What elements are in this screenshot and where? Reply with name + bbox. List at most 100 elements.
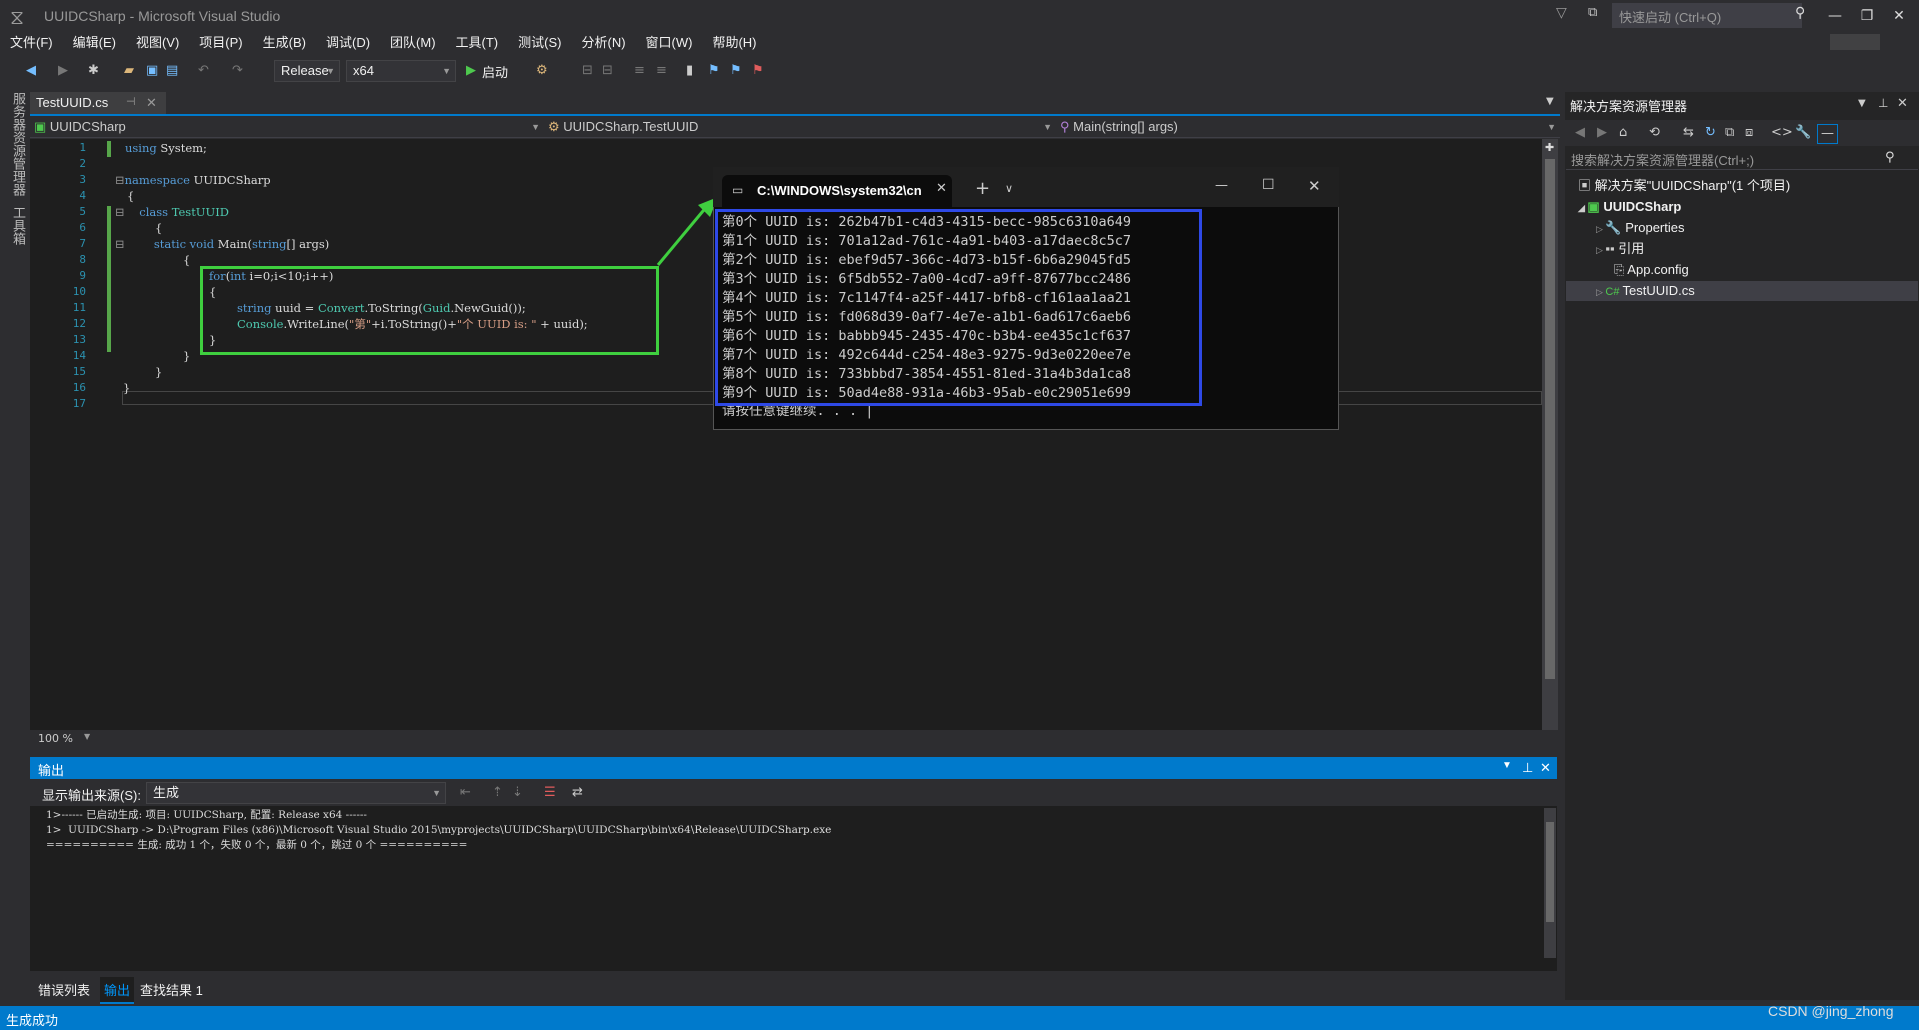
find-message-icon[interactable]: ⇤	[460, 784, 471, 802]
save-icon[interactable]: ▣	[146, 62, 158, 80]
save-all-icon[interactable]: ▤	[166, 62, 178, 80]
prev-message-icon[interactable]: ⇡	[492, 784, 503, 802]
close-panel-icon[interactable]: ✕	[1540, 760, 1551, 776]
configuration-select[interactable]: Release ▼	[274, 60, 340, 82]
chevron-down-icon[interactable]: ▼	[84, 732, 90, 741]
platform-select[interactable]: x64 ▼	[346, 60, 456, 82]
menu-window[interactable]: 窗口(W)	[636, 34, 703, 52]
start-button[interactable]: 启动	[482, 62, 508, 81]
output-source-value: 生成	[153, 785, 180, 800]
solution-root[interactable]: ▣ 解决方案"UUIDCSharp"(1 个项目)	[1578, 176, 1790, 196]
outdent-icon[interactable]: ≡	[656, 62, 667, 80]
undo-icon[interactable]: ↶	[198, 62, 209, 80]
tab-testuuid[interactable]: TestUUID.cs ⊣ ✕	[30, 92, 166, 114]
search-icon[interactable]: ⚲	[1885, 150, 1895, 165]
close-tab-icon[interactable]: ✕	[146, 95, 157, 111]
next-message-icon[interactable]: ⇣	[512, 784, 523, 802]
back-icon[interactable]: ◀	[26, 62, 36, 80]
console-close-button[interactable]: ✕	[1308, 177, 1321, 195]
forward-icon[interactable]: ▶	[1597, 124, 1607, 142]
menu-team[interactable]: 团队(M)	[380, 34, 446, 52]
pin-icon[interactable]: ⊣	[126, 95, 136, 108]
minimize-button[interactable]: —	[1820, 4, 1850, 28]
zoom-level[interactable]: 100 %	[38, 732, 73, 745]
project-nav-select[interactable]: ▣ UUIDCSharp ▼	[34, 118, 544, 136]
start-icon[interactable]: ▶	[466, 62, 476, 80]
quick-launch-input[interactable]: 快速启动 (Ctrl+Q)	[1612, 3, 1802, 28]
feedback-icon[interactable]: ⧉	[1588, 5, 1597, 20]
console-minimize-button[interactable]: —	[1215, 178, 1228, 193]
tab-find-results[interactable]: 查找结果 1	[140, 980, 203, 999]
chevron-down-icon[interactable]: ▼	[1858, 98, 1866, 109]
forward-icon[interactable]: ▶	[58, 62, 68, 80]
project-node[interactable]: ◢ ▣ UUIDCSharp	[1578, 197, 1681, 218]
step-over-icon[interactable]: ⊟	[602, 62, 613, 80]
tree-item-properties[interactable]: ▷ 🔧 Properties	[1596, 218, 1684, 239]
class-nav-select[interactable]: ⚙ UUIDCSharp.TestUUID ▼	[548, 118, 1056, 136]
properties-icon[interactable]: 🔧	[1795, 124, 1811, 142]
menu-build[interactable]: 生成(B)	[253, 34, 316, 52]
attach-icon[interactable]: ⚙	[536, 62, 548, 80]
refresh-icon[interactable]: ↻	[1705, 124, 1716, 142]
chevron-down-icon[interactable]: ▼	[1502, 760, 1512, 771]
chevron-down-icon[interactable]: ∨	[1005, 182, 1013, 195]
indent-icon[interactable]: ≡	[634, 62, 645, 80]
output-source-select[interactable]: 生成 ▼	[146, 782, 446, 804]
clear-all-icon[interactable]: ☰	[544, 784, 556, 802]
tree-item-testuuid[interactable]: ▷ C# TestUUID.cs	[1596, 281, 1695, 302]
home-icon[interactable]: ⌂	[1619, 124, 1627, 142]
menu-tools[interactable]: 工具(T)	[446, 34, 509, 52]
member-nav-select[interactable]: ⚲ Main(string[] args) ▼	[1060, 118, 1560, 136]
bookmark-icon[interactable]: ▮	[686, 62, 693, 80]
console-maximize-button[interactable]: ☐	[1262, 177, 1275, 193]
server-explorer-tab[interactable]: 服务器资源管理器	[8, 92, 27, 196]
menu-view[interactable]: 视图(V)	[126, 34, 189, 52]
close-tab-icon[interactable]: ✕	[936, 181, 947, 196]
new-project-icon[interactable]: ✱	[88, 62, 99, 80]
zoom-bar: 100 % ▼	[30, 730, 1560, 748]
tree-item-label: App.config	[1627, 262, 1689, 277]
bookmark-next-icon[interactable]: ⚑	[730, 62, 742, 80]
redo-icon[interactable]: ↷	[232, 62, 243, 80]
menu-debug[interactable]: 调试(D)	[316, 34, 380, 52]
code-view-icon[interactable]: <>	[1771, 124, 1793, 142]
back-icon[interactable]: ◀	[1575, 124, 1585, 142]
bookmark-prev-icon[interactable]: ⚑	[708, 62, 720, 80]
pin-icon[interactable]: ⊥	[1522, 760, 1533, 776]
filter-icon[interactable]: ▽	[1556, 5, 1567, 21]
highlight-box-output	[715, 209, 1202, 406]
sync-icon[interactable]: ⇆	[1683, 124, 1694, 142]
history-icon[interactable]: ⟲	[1649, 124, 1660, 142]
output-scrollbar[interactable]	[1544, 808, 1556, 958]
menu-test[interactable]: 测试(S)	[508, 34, 571, 52]
tree-item-references[interactable]: ▷ ▪▪ 引用	[1596, 239, 1644, 260]
menu-file[interactable]: 文件(F)	[0, 34, 63, 52]
code-line-8: {	[183, 253, 191, 267]
menu-help[interactable]: 帮助(H)	[702, 34, 766, 52]
solution-search-input[interactable]: 搜索解决方案资源管理器(Ctrl+;)	[1566, 148, 1918, 170]
word-wrap-icon[interactable]: ⇄	[572, 784, 583, 802]
split-icon[interactable]: ✚	[1545, 141, 1554, 154]
close-button[interactable]: ✕	[1884, 4, 1914, 28]
close-panel-icon[interactable]: ✕	[1897, 96, 1908, 111]
editor-vertical-scrollbar[interactable]	[1542, 139, 1558, 730]
tree-item-appconfig[interactable]: ⎘ App.config	[1614, 260, 1689, 280]
collapse-icon[interactable]: ⧉	[1725, 124, 1734, 142]
toolbox-tab[interactable]: 工具箱	[8, 206, 27, 245]
show-all-icon[interactable]: ⧈	[1745, 124, 1753, 142]
new-tab-icon[interactable]: +	[975, 178, 990, 199]
open-file-icon[interactable]: ▰	[124, 62, 134, 80]
preview-icon[interactable]: —	[1817, 124, 1838, 144]
search-icon[interactable]: ⚲	[1795, 5, 1805, 21]
menu-project[interactable]: 项目(P)	[189, 34, 252, 52]
restore-button[interactable]: ❐	[1852, 4, 1882, 28]
pin-icon[interactable]: ⊥	[1878, 96, 1888, 110]
bookmark-clear-icon[interactable]: ⚑	[752, 62, 764, 80]
scroll-thumb[interactable]	[1545, 159, 1555, 679]
tab-dropdown-icon[interactable]: ▼	[1546, 96, 1554, 107]
step-icon[interactable]: ⊟	[582, 62, 593, 80]
menu-edit[interactable]: 编辑(E)	[63, 34, 126, 52]
tab-output[interactable]: 输出	[100, 977, 135, 1004]
tab-error-list[interactable]: 错误列表	[38, 980, 90, 999]
menu-analyze[interactable]: 分析(N)	[571, 34, 635, 52]
